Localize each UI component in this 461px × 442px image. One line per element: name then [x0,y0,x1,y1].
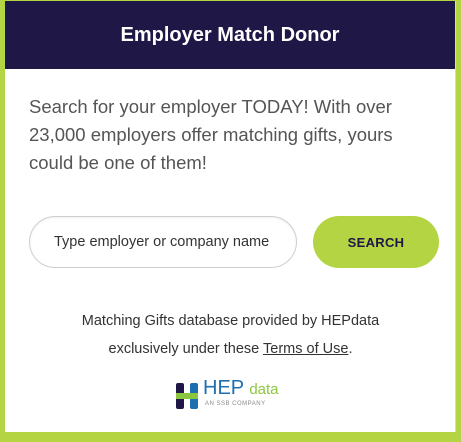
credit-line-2: exclusively under these Terms of Use. [5,335,456,363]
card-header: Employer Match Donor [5,1,455,69]
card-title: Employer Match Donor [120,23,340,46]
logo-brand: HEP [203,377,244,399]
logo-tagline: AN SSB COMPANY [205,401,266,407]
intro-text: Search for your employer TODAY! With ove… [29,96,393,173]
search-row: SEARCH [29,216,439,268]
credit-line-2-prefix: exclusively under these [108,341,264,357]
terms-of-use-link[interactable]: Terms of Use [263,341,348,357]
logo-brand-suffix: data [249,381,279,398]
widget-frame: Employer Match Donor Search for your emp… [0,0,461,442]
hepdata-logo-mark-icon [176,383,198,409]
credit-line-2-suffix: . [348,341,353,357]
database-credit: Matching Gifts database provided by HEPd… [5,307,456,363]
search-button[interactable]: SEARCH [313,216,439,268]
employer-match-card: Employer Match Donor Search for your emp… [5,1,456,432]
credit-line-1: Matching Gifts database provided by HEPd… [81,313,380,329]
employer-search-input[interactable] [29,216,297,268]
hepdata-logo: HEP data AN SSB COMPANY [175,377,295,413]
hepdata-logo-wordmark: HEP data [203,377,279,401]
